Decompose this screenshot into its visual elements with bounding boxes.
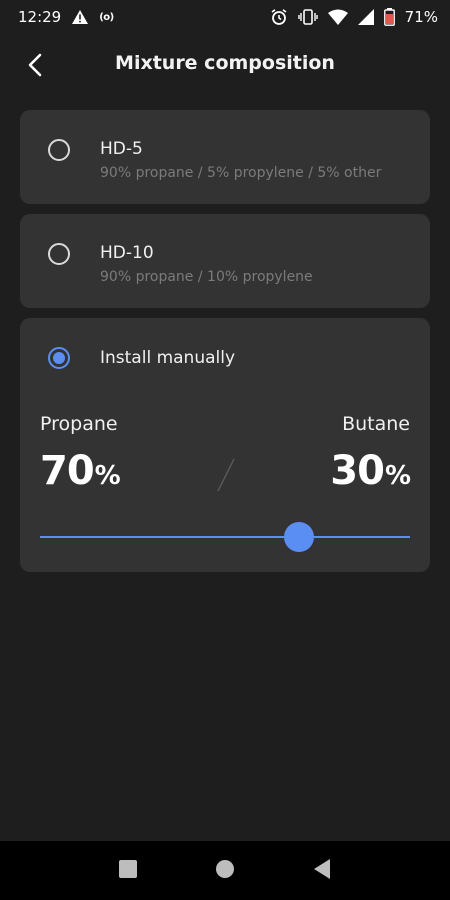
triangle-back-icon <box>312 858 332 884</box>
alert-triangle-icon <box>71 9 89 25</box>
square-icon <box>118 859 138 883</box>
option-hd10-card[interactable]: HD-10 90% propane / 10% propylene <box>20 214 430 308</box>
radio-hd5[interactable] <box>48 139 70 161</box>
mixture-slider[interactable] <box>40 522 410 552</box>
butane-label: Butane <box>342 413 410 435</box>
wifi-icon <box>327 9 348 25</box>
option-subtitle: 90% propane / 5% propylene / 5% other <box>100 165 382 181</box>
navigation-bar <box>0 841 450 900</box>
option-subtitle: 90% propane / 10% propylene <box>100 269 313 285</box>
back-nav-button[interactable] <box>302 851 342 891</box>
slider-track[interactable] <box>40 536 410 538</box>
status-bar: 12:29 (o) 71% <box>0 0 450 34</box>
alarm-icon <box>270 8 288 26</box>
nfc-icon: (o) <box>99 11 114 23</box>
battery-percent: 71% <box>404 8 438 26</box>
page-title: Mixture composition <box>115 52 335 74</box>
propane-unit: % <box>94 461 121 491</box>
butane-value: 30% <box>330 448 411 494</box>
option-title: Install manually <box>100 348 236 368</box>
propane-number: 70 <box>40 448 95 494</box>
app-screen: 12:29 (o) 71% Mixture composition HD-5 9… <box>0 0 450 900</box>
butane-number: 30 <box>330 448 385 494</box>
slider-thumb[interactable] <box>284 522 314 552</box>
option-title: HD-10 <box>100 243 154 263</box>
signal-icon <box>357 9 374 25</box>
circle-icon <box>215 859 235 883</box>
option-manual-card[interactable]: Install manually Propane Butane 70% 30% <box>20 318 430 572</box>
home-button[interactable] <box>205 851 245 891</box>
vibrate-icon <box>297 9 318 25</box>
radio-hd10[interactable] <box>48 243 70 265</box>
propane-value: 70% <box>40 448 121 494</box>
header: Mixture composition <box>0 40 450 92</box>
clock: 12:29 <box>18 8 62 26</box>
propane-label: Propane <box>40 413 118 435</box>
status-left: 12:29 (o) <box>18 8 114 26</box>
status-right: 71% <box>270 8 438 26</box>
battery-icon <box>383 8 395 26</box>
radio-manual[interactable] <box>48 347 70 369</box>
recents-button[interactable] <box>108 851 148 891</box>
option-hd5-card[interactable]: HD-5 90% propane / 5% propylene / 5% oth… <box>20 110 430 204</box>
butane-unit: % <box>384 461 411 491</box>
option-title: HD-5 <box>100 139 143 159</box>
slash-divider <box>216 458 236 492</box>
